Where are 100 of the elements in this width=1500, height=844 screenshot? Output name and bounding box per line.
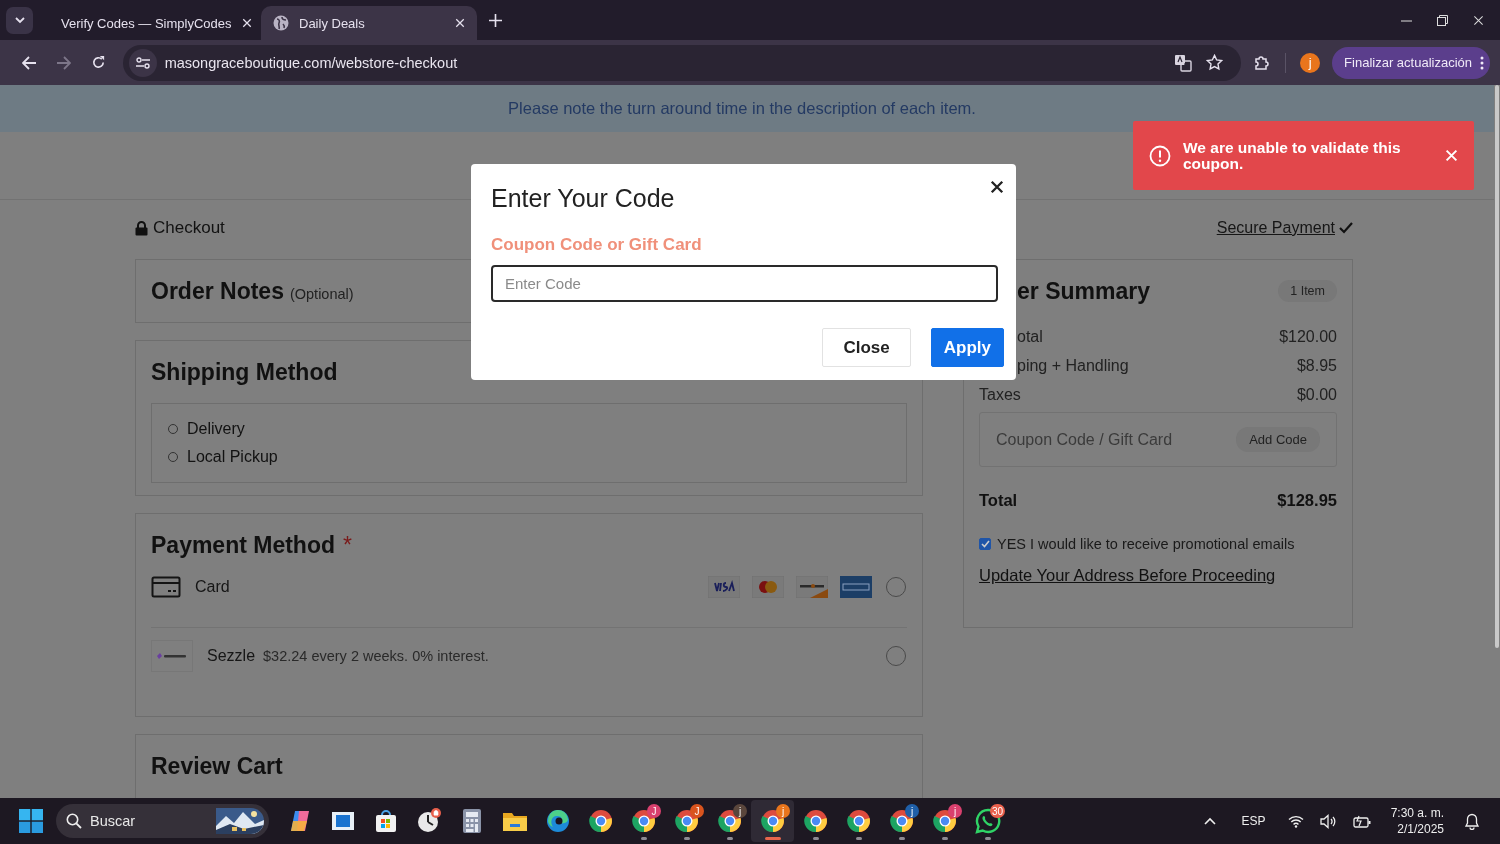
taskbar-app[interactable]: j — [708, 800, 751, 842]
clock-time: 7:30 a. m. — [1390, 805, 1444, 821]
update-address-link[interactable]: Update Your Address Before Proceeding — [979, 566, 1276, 585]
secure-payment-link[interactable]: Secure Payment — [1216, 219, 1353, 237]
taskbar-app[interactable]: j — [880, 800, 923, 842]
card-title: Shipping Method — [151, 359, 339, 386]
chrome-icon — [716, 808, 743, 834]
card-brand-icon — [752, 576, 784, 598]
alarm-clock-icon — [415, 808, 442, 834]
notification-badge: J — [647, 804, 661, 818]
globe-icon — [273, 15, 289, 31]
payment-option-label[interactable]: Sezzle — [207, 647, 256, 665]
card-title: Review Cart — [151, 753, 283, 779]
alert-icon — [1149, 144, 1171, 167]
caret-icon — [13, 14, 26, 26]
chrome-icon — [802, 808, 829, 834]
coupon-field[interactable]: Coupon Code / Gift Card Add Code — [979, 412, 1337, 467]
taskbar-app[interactable]: j — [751, 800, 794, 842]
wifi-icon[interactable] — [1287, 814, 1304, 828]
apply-button[interactable]: Apply — [930, 328, 1004, 367]
field-label: Coupon Code or Gift Card — [491, 235, 703, 255]
folder-icon — [501, 810, 528, 832]
notification-bell-icon[interactable] — [1464, 812, 1480, 830]
profile-avatar[interactable]: j — [1300, 52, 1321, 73]
chrome-icon — [845, 808, 872, 834]
store-bag-icon — [373, 809, 398, 833]
running-indicator — [640, 837, 647, 840]
forward-arrow-icon[interactable] — [56, 55, 72, 70]
payment-option-label[interactable]: Card — [195, 578, 230, 596]
toast-message: We are unable to validate this coupon. — [1183, 139, 1402, 172]
card-title: Order Notes — [151, 277, 284, 305]
taskbar-app[interactable]: j — [923, 800, 966, 842]
sliders-icon — [135, 56, 150, 69]
running-indicator — [764, 837, 781, 840]
search-icon — [66, 813, 82, 829]
restore-icon[interactable] — [1437, 14, 1448, 26]
back-arrow-icon[interactable] — [21, 55, 37, 70]
chrome-icon — [888, 808, 915, 834]
close-icon[interactable] — [990, 180, 1004, 194]
taskbar-app[interactable]: J — [622, 800, 665, 842]
edge-icon — [544, 808, 571, 834]
new-tab-icon[interactable] — [489, 13, 502, 27]
update-button[interactable]: Finalizar actualización — [1332, 46, 1490, 79]
bookmark-star-icon[interactable] — [1206, 54, 1224, 71]
item-count-pill: 1 Item — [1278, 280, 1337, 302]
notification-badge: j — [905, 804, 919, 818]
total-label: Total — [979, 491, 1018, 510]
battery-icon[interactable] — [1352, 814, 1371, 828]
dialog-title: Enter Your Code — [491, 184, 675, 213]
translate-icon[interactable] — [1174, 53, 1193, 72]
speaker-icon[interactable] — [1319, 813, 1337, 829]
puzzle-piece-icon[interactable] — [1253, 53, 1272, 72]
summary-label: otal — [1016, 327, 1043, 346]
taskbar-app[interactable]: 30 — [966, 800, 1009, 842]
card-brand-icon — [796, 576, 828, 598]
add-code-button[interactable]: Add Code — [1236, 427, 1320, 452]
clock-date: 2/1/2025 — [1397, 821, 1444, 837]
summary-amount: $0.00 — [1296, 385, 1337, 404]
reload-icon[interactable] — [90, 55, 106, 70]
sezzle-logo-icon — [151, 640, 193, 672]
running-indicator — [898, 837, 905, 840]
chrome-icon — [673, 808, 700, 834]
language-indicator[interactable]: ESP — [1241, 814, 1266, 828]
notification-badge: j — [776, 804, 790, 818]
running-indicator — [941, 837, 948, 840]
total-amount: $128.95 — [1277, 491, 1337, 510]
checkmark-icon — [1339, 222, 1353, 234]
browser-tab[interactable]: Daily Deals — [261, 6, 477, 40]
tab-search-button[interactable] — [6, 6, 33, 34]
card-title: er Summary — [1016, 277, 1150, 305]
running-indicator — [726, 837, 733, 840]
checkbox-label[interactable]: YES I would like to receive promotional emails — [997, 536, 1295, 552]
site-settings-button[interactable] — [128, 48, 157, 77]
card-brand-icon — [708, 576, 740, 598]
notice-text: Please note the turn around time in the description of each item. — [508, 99, 976, 118]
browser-tab[interactable]: Verify Codes — SimplyCodes — [39, 6, 255, 40]
checkout-heading: Checkout — [153, 218, 225, 238]
option-label[interactable]: Local Pickup — [187, 448, 278, 466]
calculator-icon — [461, 808, 482, 834]
required-asterisk: * — [343, 532, 352, 559]
scrollbar[interactable] — [1495, 85, 1499, 648]
notification-badge: j — [948, 804, 962, 818]
running-indicator — [683, 837, 690, 840]
code-input-field[interactable]: Enter Code — [491, 265, 998, 302]
chrome-icon — [759, 808, 786, 834]
close-button[interactable]: Close — [822, 328, 911, 367]
chrome-icon — [630, 808, 657, 834]
running-indicator — [855, 837, 862, 840]
taskbar-clock[interactable]: 7:30 a. m. 2/1/2025 — [1390, 805, 1444, 837]
chrome-icon — [587, 808, 614, 834]
summary-label: Taxes — [979, 385, 1021, 404]
optional-label: (Optional) — [289, 286, 354, 302]
windows-start-icon[interactable] — [19, 809, 43, 833]
card-title: Payment Method — [151, 532, 336, 559]
taskbar-app[interactable]: J — [665, 800, 708, 842]
summary-amount: $8.95 — [1296, 356, 1337, 375]
taskbar-search-field[interactable]: Buscar — [56, 804, 269, 838]
chevron-up-icon[interactable] — [1203, 817, 1216, 825]
option-label[interactable]: Delivery — [187, 420, 245, 438]
checkbox[interactable] — [979, 538, 991, 550]
